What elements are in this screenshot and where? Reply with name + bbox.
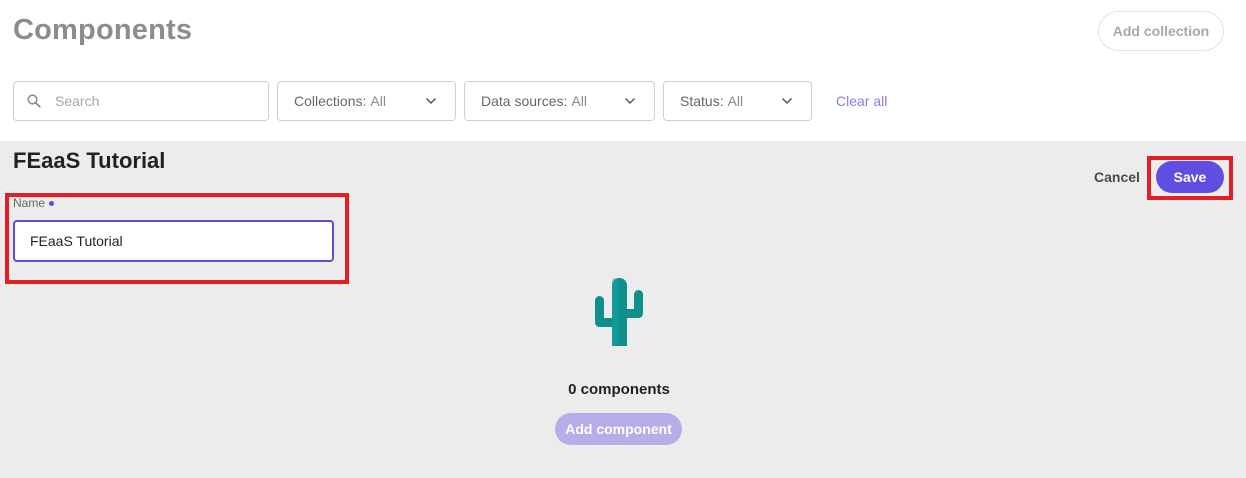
cactus-icon <box>595 278 643 346</box>
clear-all-link[interactable]: Clear all <box>836 93 887 109</box>
search-input[interactable] <box>55 93 245 109</box>
status-filter-label: Status: <box>680 93 724 109</box>
data-sources-filter-value: All <box>571 93 587 109</box>
search-box[interactable] <box>13 81 269 121</box>
chevron-down-icon <box>781 97 793 105</box>
data-sources-filter-label: Data sources: <box>481 93 568 109</box>
save-highlight-box <box>1147 156 1233 200</box>
collection-title: FEaaS Tutorial <box>13 148 166 173</box>
status-filter[interactable]: Status: All <box>663 81 812 121</box>
chevron-down-icon <box>624 97 636 105</box>
collection-panel: FEaaS Tutorial Cancel Save Name FEaaS Tu… <box>0 141 1246 478</box>
collections-filter-value: All <box>370 93 386 109</box>
collections-filter-label: Collections: <box>294 93 367 109</box>
cancel-button[interactable]: Cancel <box>1094 169 1140 185</box>
chevron-down-icon <box>425 97 437 105</box>
add-component-button[interactable]: Add component <box>555 413 682 445</box>
page-title: Components <box>13 14 193 46</box>
collections-filter[interactable]: Collections: All <box>277 81 456 121</box>
search-icon <box>27 94 41 108</box>
add-collection-button[interactable]: Add collection <box>1098 11 1224 51</box>
name-highlight-box <box>5 193 349 284</box>
data-sources-filter[interactable]: Data sources: All <box>464 81 655 121</box>
status-filter-value: All <box>727 93 744 109</box>
components-count: 0 components <box>568 381 670 398</box>
